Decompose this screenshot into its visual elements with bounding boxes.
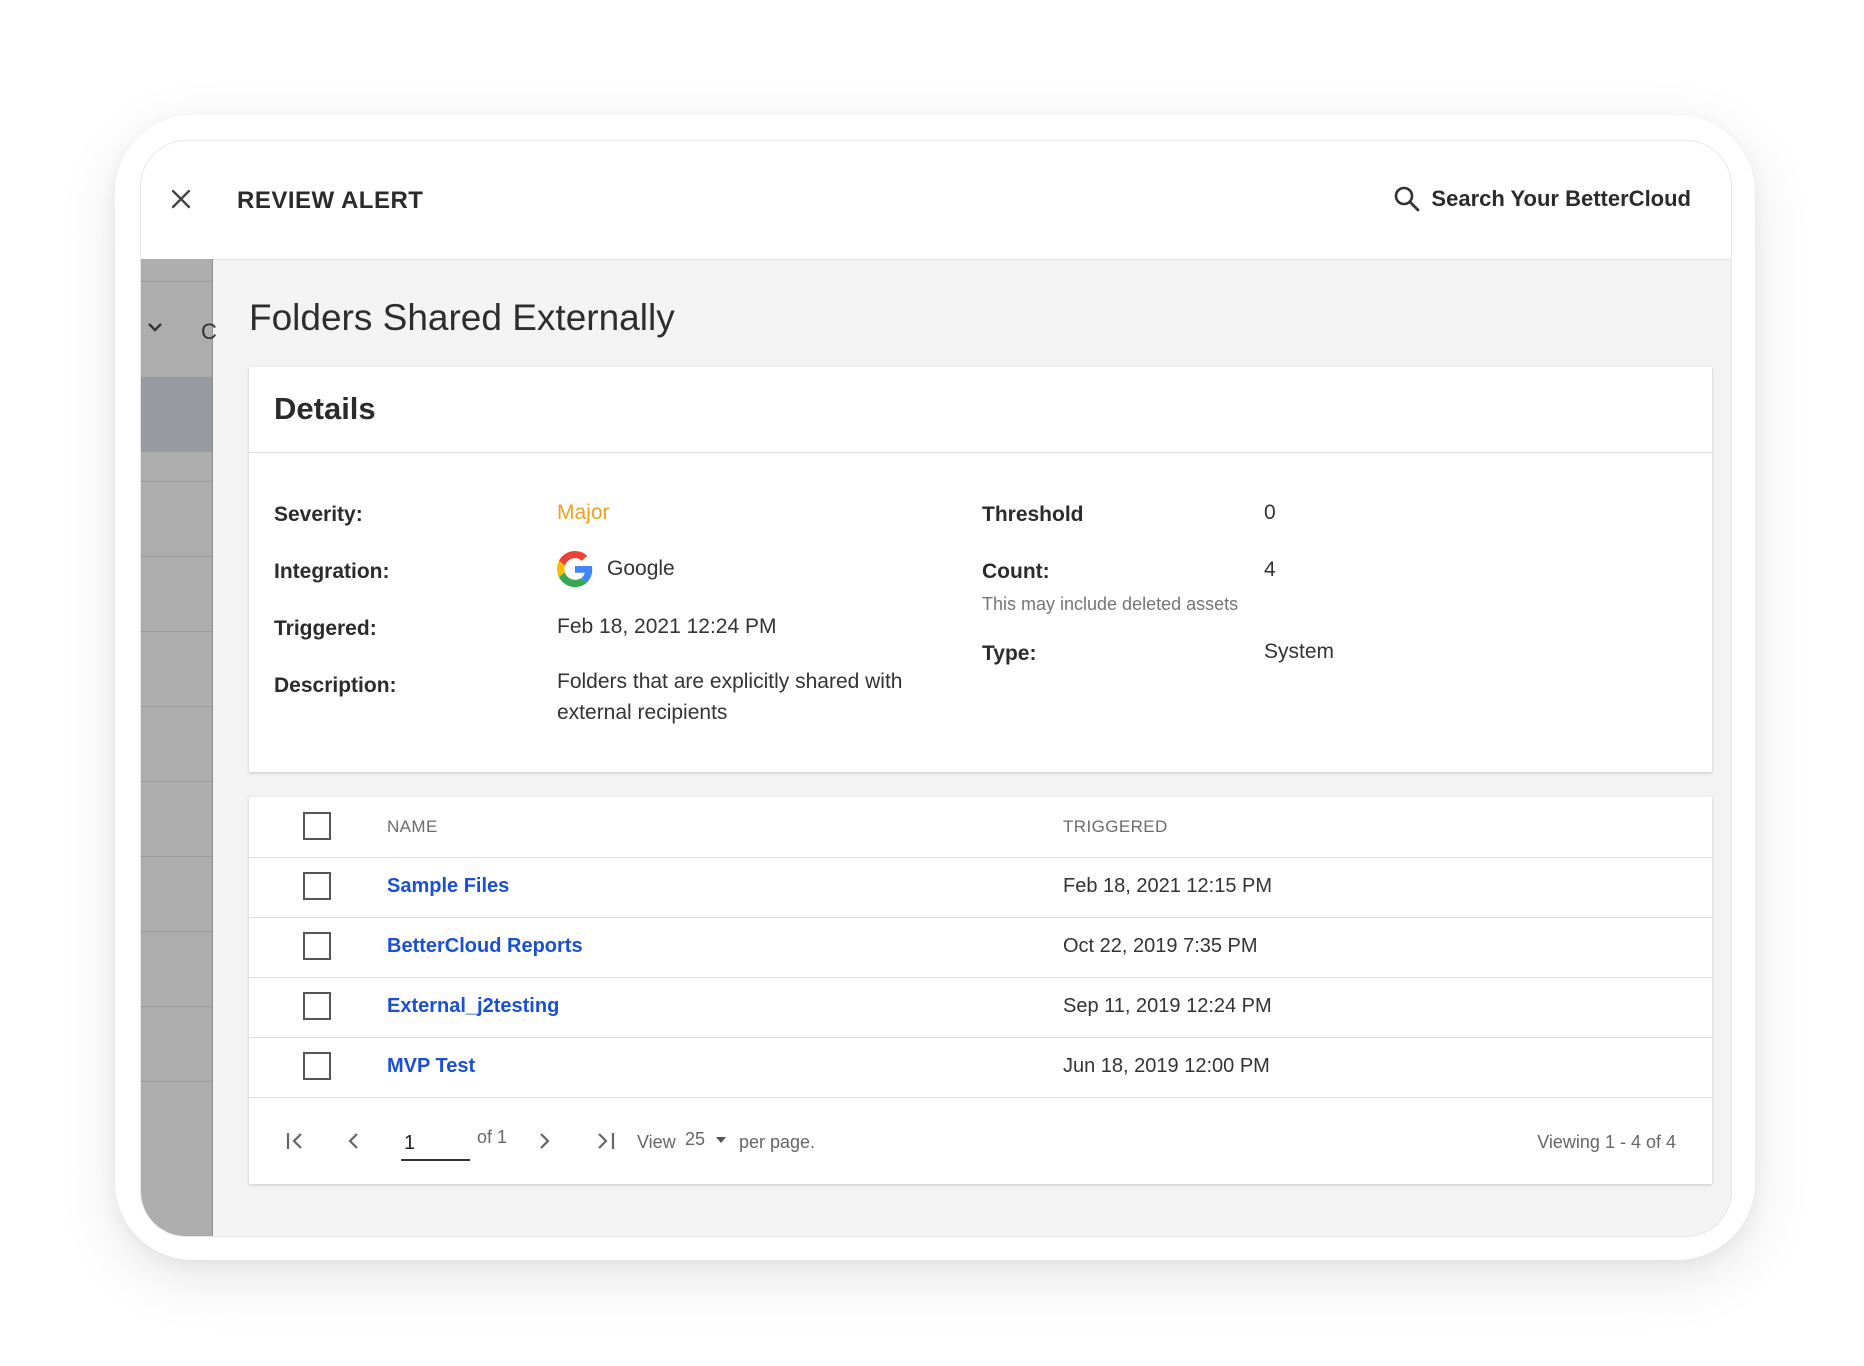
triggered-label: Triggered:	[274, 617, 377, 640]
row-checkbox[interactable]	[303, 992, 331, 1020]
severity-label: Severity:	[274, 503, 363, 526]
details-card: Details Severity: Major Integration: Goo…	[249, 367, 1712, 772]
close-button[interactable]	[163, 181, 199, 217]
chevron-down-icon	[148, 323, 162, 332]
top-bar: REVIEW ALERT Search Your BetterCloud	[141, 141, 1731, 260]
sidebar-divider	[141, 856, 212, 857]
row-checkbox[interactable]	[303, 932, 331, 960]
integration-name: Google	[607, 557, 675, 580]
row-triggered: Jun 18, 2019 12:00 PM	[1063, 1055, 1270, 1077]
close-icon	[171, 189, 191, 209]
next-page-button[interactable]	[531, 1127, 559, 1155]
background-sidebar: C	[141, 259, 217, 1236]
column-header-triggered[interactable]: TRIGGERED	[1063, 817, 1168, 837]
app-window: REVIEW ALERT Search Your BetterCloud C F…	[140, 140, 1732, 1237]
view-label: View	[637, 1132, 676, 1152]
pagination-bar: of 1 View 25	[249, 1097, 1712, 1184]
page-header-title: REVIEW ALERT	[237, 187, 424, 214]
description-value: Folders that are explicitly shared with …	[557, 670, 903, 724]
page-count-text: of 1	[477, 1127, 508, 1147]
table-header-row: NAME TRIGGERED	[249, 797, 1712, 858]
first-page-icon	[286, 1133, 302, 1149]
row-checkbox[interactable]	[303, 1052, 331, 1080]
main-content: Folders Shared Externally Details Severi…	[212, 259, 1731, 1236]
row-name-link[interactable]: Sample Files	[387, 875, 509, 898]
threshold-value: 0	[1264, 501, 1276, 524]
page-number-input[interactable]	[401, 1127, 470, 1161]
count-value: 4	[1264, 558, 1276, 581]
integration-value: Google	[557, 551, 675, 587]
sidebar-divider	[141, 481, 212, 482]
per-page-select[interactable]: 25	[685, 1129, 727, 1150]
type-label: Type:	[982, 642, 1037, 665]
threshold-label: Threshold	[982, 503, 1084, 526]
column-header-name[interactable]: NAME	[387, 817, 438, 837]
sidebar-divider	[141, 931, 212, 932]
search-button[interactable]: Search Your BetterCloud	[1393, 181, 1691, 217]
row-checkbox[interactable]	[303, 872, 331, 900]
row-name-link[interactable]: MVP Test	[387, 1055, 475, 1078]
row-triggered: Sep 11, 2019 12:24 PM	[1063, 995, 1272, 1017]
table-row: Sample Files Feb 18, 2021 12:15 PM	[249, 857, 1712, 918]
sidebar-divider	[141, 556, 212, 557]
severity-value: Major	[557, 501, 610, 524]
previous-page-button[interactable]	[339, 1127, 367, 1155]
row-name-link[interactable]: BetterCloud Reports	[387, 935, 583, 958]
first-page-button[interactable]	[282, 1127, 310, 1155]
row-triggered: Oct 22, 2019 7:35 PM	[1063, 935, 1258, 957]
table-row: BetterCloud Reports Oct 22, 2019 7:35 PM	[249, 917, 1712, 978]
triggered-value: Feb 18, 2021 12:24 PM	[557, 615, 777, 638]
search-label: Search Your BetterCloud	[1431, 186, 1691, 211]
results-table: NAME TRIGGERED Sample Files Feb 18, 2021…	[249, 797, 1712, 1184]
integration-label: Integration:	[274, 560, 390, 583]
sidebar-divider	[141, 781, 212, 782]
count-note: This may include deleted assets	[982, 594, 1239, 614]
sidebar-divider	[141, 281, 212, 282]
sidebar-divider	[141, 706, 212, 707]
row-triggered: Feb 18, 2021 12:15 PM	[1063, 875, 1273, 897]
table-row: MVP Test Jun 18, 2019 12:00 PM	[249, 1037, 1712, 1098]
sidebar-divider	[141, 1081, 212, 1082]
sidebar-divider	[141, 631, 212, 632]
count-label: Count:	[982, 560, 1050, 583]
chevron-right-icon	[540, 1133, 550, 1149]
caret-down-icon	[716, 1136, 727, 1143]
last-page-button[interactable]	[591, 1127, 619, 1155]
description-label: Description:	[274, 674, 397, 697]
sidebar-divider	[141, 1006, 212, 1007]
table-row: External_j2testing Sep 11, 2019 12:24 PM	[249, 977, 1712, 1038]
row-name-link[interactable]: External_j2testing	[387, 995, 559, 1018]
details-heading: Details	[274, 391, 376, 426]
type-value: System	[1264, 640, 1335, 663]
google-logo-icon	[557, 551, 593, 587]
per-page-suffix: per page.	[739, 1132, 816, 1152]
chevron-left-icon	[348, 1133, 358, 1149]
per-page-value: 25	[685, 1129, 706, 1149]
viewing-range-text: Viewing 1 - 4 of 4	[1537, 1132, 1676, 1152]
page-title: Folders Shared Externally	[249, 297, 675, 338]
last-page-icon	[598, 1133, 615, 1149]
search-icon	[1395, 186, 1420, 212]
details-header: Details	[249, 367, 1712, 453]
select-all-checkbox[interactable]	[303, 812, 331, 840]
sidebar-active-row	[141, 377, 212, 452]
